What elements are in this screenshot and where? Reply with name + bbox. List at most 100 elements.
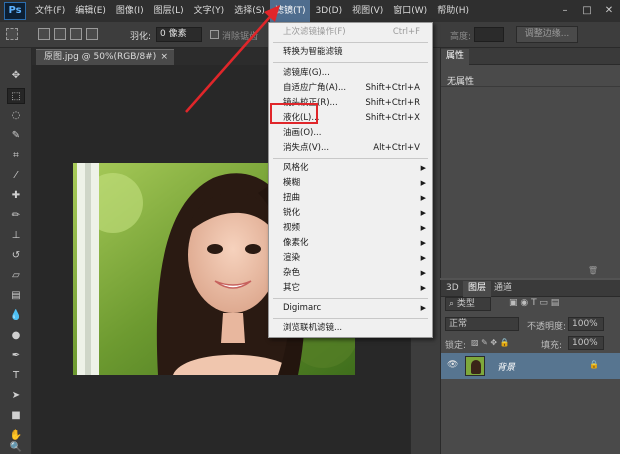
menu-separator: [273, 298, 428, 299]
new-selection-icon[interactable]: [38, 28, 50, 40]
history-brush-tool-icon[interactable]: ↺: [7, 248, 25, 264]
eyedropper-tool-icon[interactable]: ⁄: [7, 168, 25, 184]
intersect-selection-icon[interactable]: [86, 28, 98, 40]
window-controls: – □ ✕: [554, 0, 620, 22]
minimize-button[interactable]: –: [554, 0, 576, 22]
menu-window[interactable]: 窗口(W): [388, 0, 432, 22]
menu-item-adaptive-wide-angle[interactable]: 自适应广角(A)... Shift+Ctrl+A: [269, 81, 432, 96]
menu-item-label: 视频: [283, 223, 301, 233]
feather-label: 羽化:: [130, 32, 152, 42]
menu-item-render[interactable]: 渲染 ▶: [269, 251, 432, 266]
menu-item-label: 像素化: [283, 238, 309, 248]
menu-item-label: 浏览联机滤镜...: [283, 323, 343, 333]
zoom-tool-icon[interactable]: 🔍: [7, 442, 25, 454]
filter-search-icon: ⌕: [449, 299, 457, 309]
lasso-tool-icon[interactable]: ◌: [7, 108, 25, 124]
menu-separator: [273, 42, 428, 43]
divider: [441, 86, 620, 87]
layer-row-background[interactable]: 👁 背景 🔒: [441, 353, 620, 379]
submenu-arrow-icon: ▶: [420, 209, 426, 217]
eraser-tool-icon[interactable]: ▱: [7, 268, 25, 284]
shape-tool-icon[interactable]: ■: [7, 408, 25, 424]
menu-item-label: 消失点(V)...: [283, 143, 330, 153]
delete-icon[interactable]: 🗑: [588, 266, 598, 275]
layer-name: 背景: [497, 363, 516, 373]
menu-item-shortcut: Shift+Ctrl+A: [365, 83, 420, 93]
height-input[interactable]: [474, 27, 504, 42]
menu-help[interactable]: 帮助(H): [432, 0, 474, 22]
lock-label: 锁定:: [445, 341, 467, 351]
submenu-arrow-icon: ▶: [420, 239, 426, 247]
document-tab[interactable]: 原图.jpg @ 50%(RGB/8#) ×: [36, 49, 174, 65]
submenu-arrow-icon: ▶: [420, 304, 426, 312]
menu-item-smart-filter[interactable]: 转换为智能滤镜: [269, 45, 432, 60]
blend-mode-select[interactable]: 正常: [445, 317, 519, 331]
menu-separator: [273, 62, 428, 63]
move-tool-icon[interactable]: ✥: [7, 68, 25, 84]
refine-edge-button[interactable]: 调整边缘...: [516, 26, 578, 43]
opacity-input[interactable]: 100%: [568, 317, 604, 331]
submenu-arrow-icon: ▶: [420, 194, 426, 202]
add-selection-icon[interactable]: [54, 28, 66, 40]
path-select-tool-icon[interactable]: ➤: [7, 388, 25, 404]
tab-channels[interactable]: 通道: [489, 281, 517, 297]
menu-separator: [273, 158, 428, 159]
menu-image[interactable]: 图像(I): [111, 0, 149, 22]
menu-view[interactable]: 视图(V): [347, 0, 388, 22]
menu-item-shortcut: Shift+Ctrl+X: [365, 113, 420, 123]
marquee-tool-preset-icon[interactable]: [6, 28, 18, 40]
menu-item-vanishing-point[interactable]: 消失点(V)... Alt+Ctrl+V: [269, 141, 432, 156]
clone-stamp-tool-icon[interactable]: ⊥: [7, 228, 25, 244]
menu-item-filter-gallery[interactable]: 滤镜库(G)...: [269, 66, 432, 81]
menu-file[interactable]: 文件(F): [30, 0, 70, 22]
subtract-selection-icon[interactable]: [70, 28, 82, 40]
menu-item-label: 自适应广角(A)...: [283, 83, 347, 93]
crop-tool-icon[interactable]: ⌗: [7, 148, 25, 164]
menu-item-label: 转换为智能滤镜: [283, 47, 343, 57]
menu-item-noise[interactable]: 杂色 ▶: [269, 266, 432, 281]
menu-item-other[interactable]: 其它 ▶: [269, 281, 432, 296]
menu-item-distort[interactable]: 扭曲 ▶: [269, 191, 432, 206]
menu-edit[interactable]: 编辑(E): [70, 0, 111, 22]
quick-select-tool-icon[interactable]: ✎: [7, 128, 25, 144]
gradient-tool-icon[interactable]: ▤: [7, 288, 25, 304]
layer-filter-select[interactable]: ⌕ 类型: [445, 297, 491, 311]
menu-item-browse-online-filters[interactable]: 浏览联机滤镜...: [269, 321, 432, 336]
menu-item-oil-paint[interactable]: 油画(O)...: [269, 126, 432, 141]
tab-properties[interactable]: 属性: [441, 49, 470, 65]
close-document-icon[interactable]: ×: [160, 50, 168, 65]
blur-tool-icon[interactable]: 💧: [7, 308, 25, 324]
rect-marquee-tool-icon[interactable]: ⬚: [7, 88, 25, 104]
menu-item-label: 模糊: [283, 178, 301, 188]
tab-layers[interactable]: 图层: [463, 281, 492, 297]
menu-item-label: 风格化: [283, 163, 309, 173]
visibility-eye-icon[interactable]: 👁: [447, 360, 458, 370]
menu-item-pixelate[interactable]: 像素化 ▶: [269, 236, 432, 251]
menu-item-label: 杂色: [283, 268, 301, 278]
menu-item-sharpen[interactable]: 锐化 ▶: [269, 206, 432, 221]
type-tool-icon[interactable]: T: [7, 368, 25, 384]
menu-3d[interactable]: 3D(D): [310, 0, 347, 22]
document-tab-title: 原图.jpg @ 50%(RGB/8#): [44, 52, 157, 62]
submenu-arrow-icon: ▶: [420, 254, 426, 262]
maximize-button[interactable]: □: [576, 0, 598, 22]
menu-item-digimarc[interactable]: Digimarc ▶: [269, 301, 432, 316]
fill-label: 填充:: [541, 341, 563, 351]
menu-item-last-filter[interactable]: 上次滤镜操作(F) Ctrl+F: [269, 25, 432, 40]
healing-brush-tool-icon[interactable]: ✚: [7, 188, 25, 204]
dodge-tool-icon[interactable]: ●: [7, 328, 25, 344]
submenu-arrow-icon: ▶: [420, 224, 426, 232]
menu-item-stylize[interactable]: 风格化 ▶: [269, 161, 432, 176]
layer-filter-icons[interactable]: ▣ ◉ T ▭ ▤: [509, 298, 559, 308]
fill-input[interactable]: 100%: [568, 336, 604, 350]
height-label: 高度:: [450, 32, 472, 42]
menu-item-video[interactable]: 视频 ▶: [269, 221, 432, 236]
menu-item-blur[interactable]: 模糊 ▶: [269, 176, 432, 191]
tab-3d[interactable]: 3D: [441, 281, 464, 297]
close-button[interactable]: ✕: [598, 0, 620, 22]
brush-tool-icon[interactable]: ✏: [7, 208, 25, 224]
lock-options-icons[interactable]: ▨ ✎ ✥ 🔒: [471, 338, 510, 347]
menu-item-label: 油画(O)...: [283, 128, 322, 138]
pen-tool-icon[interactable]: ✒: [7, 348, 25, 364]
menu-item-label: 扭曲: [283, 193, 301, 203]
